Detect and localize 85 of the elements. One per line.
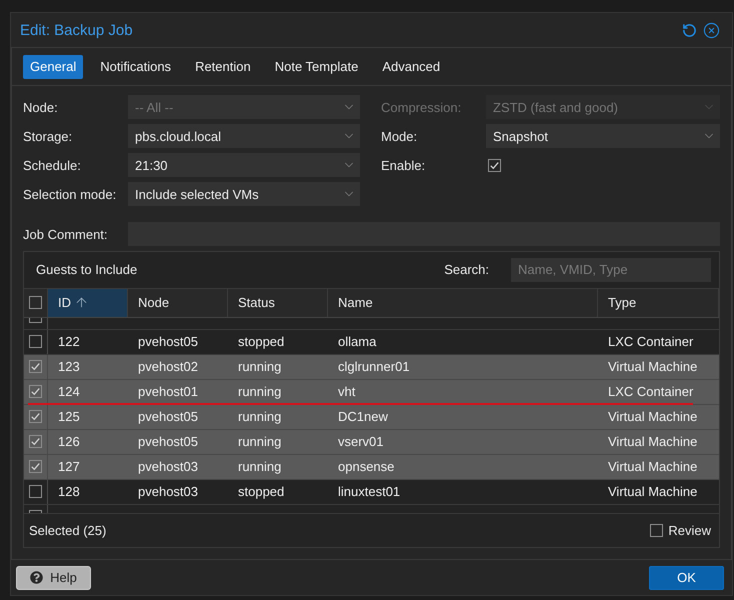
table-cell-text: 123	[57, 358, 81, 376]
review-checkbox[interactable]	[650, 524, 664, 538]
table-cell-text: Virtual Machine	[607, 433, 698, 452]
table-cell-text: running	[237, 408, 282, 426]
column-header[interactable]: Node	[128, 288, 228, 317]
field-label: Enable:	[381, 156, 426, 174]
table-cell-text: running	[237, 383, 282, 402]
table-cell-text: pvehost02	[137, 358, 199, 376]
select-field[interactable]: Snapshot	[486, 124, 720, 148]
row-checkbox[interactable]	[29, 410, 42, 424]
tab[interactable]: Notifications	[93, 54, 178, 78]
table-cell-text: Virtual Machine	[607, 483, 698, 502]
field-label: Selection mode:	[23, 186, 118, 204]
help-button[interactable]: Help	[16, 566, 91, 590]
tab[interactable]: Advanced	[375, 54, 448, 78]
table-cell-text: opnsense	[337, 458, 396, 476]
row-checkbox[interactable]	[29, 460, 42, 474]
tab[interactable]: General	[23, 54, 84, 78]
tab[interactable]: Retention	[188, 54, 258, 78]
table-cell-text: running	[237, 358, 282, 376]
table-cell-text: clglrunner01	[337, 358, 411, 376]
table-cell-text: 128	[57, 483, 81, 502]
table-row[interactable]: 122 pvehost05 stopped ollama LXC Container	[24, 330, 719, 355]
close-icon[interactable]	[703, 22, 720, 38]
table-cell-text: ollama	[337, 333, 378, 352]
table-cell-text: pvehost05	[137, 433, 199, 452]
panel-title: Guests to Include	[36, 262, 138, 278]
table-cell-text: stopped	[237, 333, 286, 352]
ok-button[interactable]: OK	[649, 566, 724, 590]
table-cell-text: stopped	[237, 483, 286, 502]
select-field[interactable]: 21:30	[128, 153, 360, 177]
enable-checkbox[interactable]	[488, 158, 501, 172]
column-header[interactable]: Status	[228, 288, 328, 317]
table-cell-text: pvehost01	[137, 383, 199, 402]
table-cell-text: LXC Container	[607, 383, 694, 402]
table-cell-text: 124	[57, 383, 81, 402]
table-row[interactable]: 123 pvehost02 running clglrunner01 Virtual Machine	[24, 354, 719, 380]
field-label: Mode:	[381, 128, 418, 146]
table-cell-text: pvehost05	[137, 333, 199, 352]
table-row[interactable]: 127 pvehost03 running opnsense Virtual Machine	[24, 454, 719, 480]
table-cell-text: vht	[337, 383, 356, 402]
column-header[interactable]: Type	[598, 288, 719, 317]
table-cell-text: 122	[57, 333, 81, 352]
table-cell-text: running	[237, 433, 282, 452]
tab[interactable]: Note Template	[268, 54, 366, 78]
review-label[interactable]: Review	[668, 523, 711, 538]
table-cell-text: LXC Container	[607, 333, 694, 352]
select-field[interactable]: Include selected VMs	[128, 182, 360, 206]
select-all-checkbox[interactable]	[29, 296, 42, 310]
field-label: Schedule:	[23, 156, 82, 174]
row-checkbox[interactable]	[29, 360, 42, 374]
row-checkbox[interactable]	[29, 485, 42, 498]
selection-count: Selected (25)	[29, 523, 108, 538]
search-field[interactable]: Name, VMID, Type	[511, 258, 711, 282]
field-label: Job Comment:	[23, 226, 109, 244]
table-cell-text: pvehost03	[137, 458, 199, 476]
table-cell-text: running	[237, 458, 282, 476]
table-row[interactable]: 128 pvehost03 stopped linuxtest01 Virtual Machine	[24, 480, 719, 505]
table-cell-text: pvehost05	[137, 408, 199, 426]
table-row[interactable]: 126 pvehost05 running vserv01 Virtual Machine	[24, 430, 719, 455]
help-icon	[30, 571, 44, 584]
row-checkbox[interactable]	[29, 385, 42, 398]
column-header[interactable]: ID	[48, 288, 128, 317]
row-checkbox[interactable]	[29, 335, 42, 348]
table-cell-text: pvehost03	[137, 483, 199, 502]
search-label: Search:	[444, 262, 489, 278]
table-cell-text: 125	[57, 408, 81, 426]
field-label: Compression:	[381, 98, 462, 117]
field-label: Node:	[23, 98, 59, 116]
table-cell-text: vserv01	[337, 433, 385, 452]
table-cell-text: 126	[57, 433, 81, 452]
dialog-title: Edit: Backup Job	[20, 22, 134, 38]
row-checkbox[interactable]	[29, 435, 42, 448]
table-row[interactable]: 124 pvehost01 running vht LXC Container	[24, 380, 719, 405]
table-cell-text: 127	[57, 458, 81, 476]
table-row[interactable]: 125 pvehost05 running DC1new Virtual Machine	[24, 404, 719, 430]
table-cell-text: Virtual Machine	[607, 458, 698, 476]
column-header[interactable]: Name	[328, 288, 598, 317]
table-cell-text: linuxtest01	[337, 483, 402, 502]
table-cell-text: DC1new	[337, 408, 389, 426]
select-field[interactable]: pbs.cloud.local	[128, 124, 360, 148]
table-cell-text: Virtual Machine	[607, 408, 698, 426]
field-label: Storage:	[23, 128, 74, 146]
table-cell-text: Virtual Machine	[607, 358, 698, 376]
reset-icon[interactable]	[682, 22, 697, 38]
